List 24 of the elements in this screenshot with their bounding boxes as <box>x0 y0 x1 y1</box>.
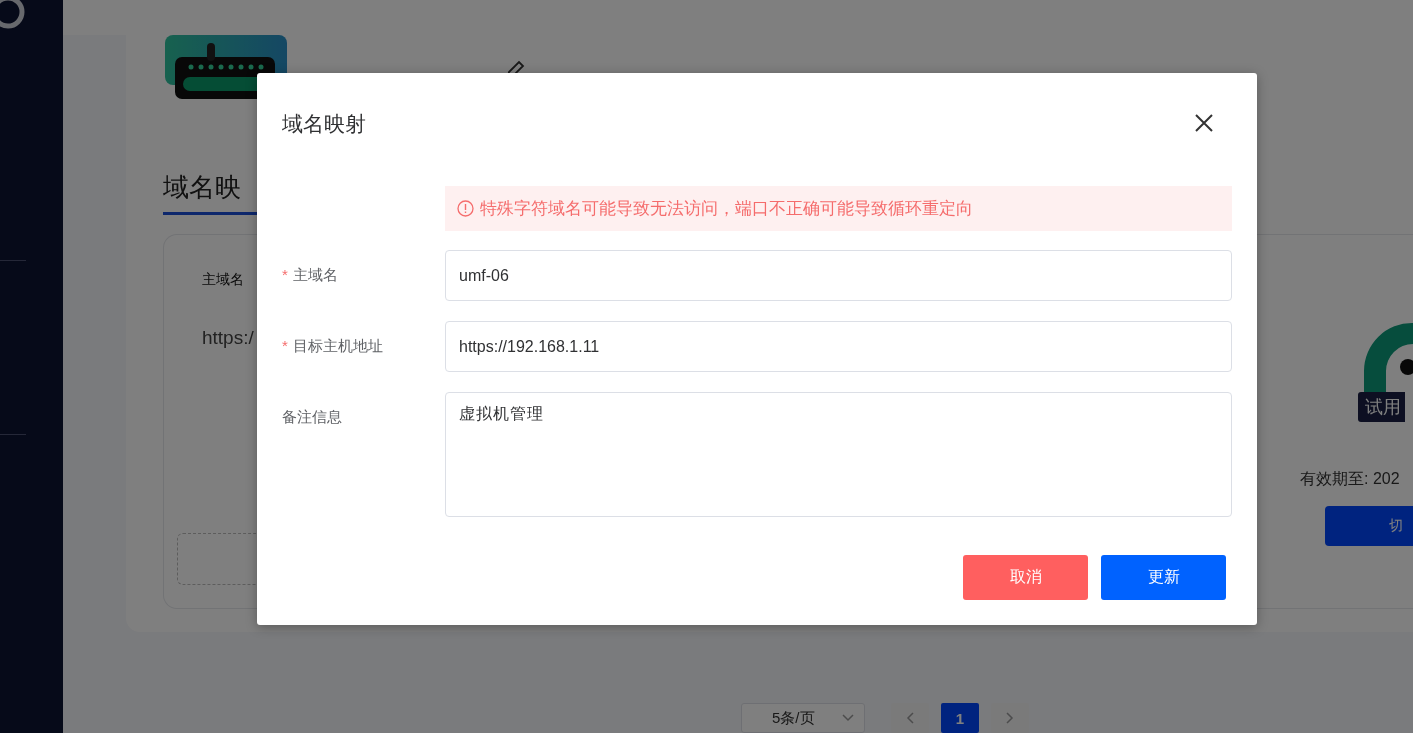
chevron-down-icon <box>842 714 854 722</box>
input-field[interactable]: umf-06 <box>445 250 1232 301</box>
column-label: 主域名 <box>202 271 244 289</box>
required-mark: * <box>282 266 288 283</box>
field-label: 备注信息 <box>282 408 342 425</box>
domain-value: https:/ <box>202 327 254 349</box>
expiry-text: 有效期至: 202 <box>1300 469 1400 489</box>
field-label: 主域名 <box>292 266 338 283</box>
field-label: 目标主机地址 <box>292 337 383 354</box>
update-button[interactable]: 更新 <box>1101 555 1226 600</box>
switch-button[interactable]: 切 <box>1325 506 1413 546</box>
router-icon <box>163 35 288 100</box>
remark-field[interactable]: 虚拟机管理 <box>445 392 1232 517</box>
page-size-select[interactable]: 5条/页 <box>741 703 865 733</box>
trial-badge: 试用 <box>1358 392 1405 422</box>
warning-icon <box>457 200 474 217</box>
warning-text: 特殊字符域名可能导致无法访问，端口不正确可能导致循环重定向 <box>480 198 973 220</box>
chevron-right-icon <box>1006 712 1014 724</box>
chevron-left-icon <box>906 712 914 724</box>
required-mark: * <box>282 337 288 354</box>
page-button[interactable]: 1 <box>941 703 979 733</box>
input-field[interactable]: https://192.168.1.11 <box>445 321 1232 372</box>
dialog-title: 域名映射 <box>282 111 366 137</box>
cancel-button[interactable]: 取消 <box>963 555 1088 600</box>
